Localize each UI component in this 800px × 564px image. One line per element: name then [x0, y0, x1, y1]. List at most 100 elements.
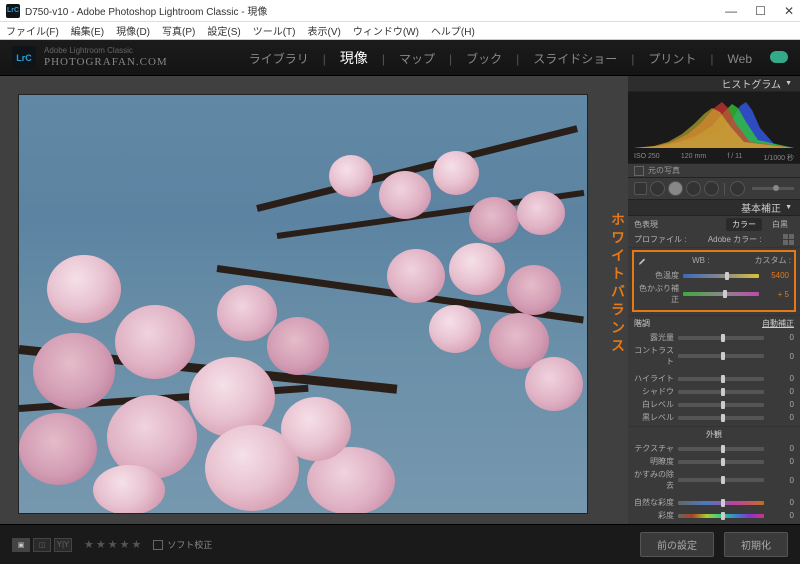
shadows-slider-row: シャドウ 0 [628, 385, 800, 398]
auto-tone-button[interactable]: 自動補正 [762, 318, 794, 329]
highlights-value[interactable]: 0 [768, 374, 794, 383]
radial-tool-icon[interactable] [704, 181, 719, 196]
menu-tools[interactable]: ツール(T) [253, 23, 296, 38]
contrast-slider[interactable] [678, 354, 764, 358]
histogram-header[interactable]: ヒストグラム▼ [628, 76, 800, 92]
original-photo-toggle[interactable]: 元の写真 [628, 164, 800, 178]
treatment-color[interactable]: カラー [726, 218, 762, 231]
blacks-value[interactable]: 0 [768, 413, 794, 422]
texture-value[interactable]: 0 [768, 444, 794, 453]
window-titlebar: LrC D750-v10 - Adobe Photoshop Lightroom… [0, 0, 800, 22]
blacks-label: 黒レベル [634, 412, 674, 423]
vibrance-slider-row: 自然な彩度0 [628, 496, 800, 509]
temperature-value[interactable]: 5400 [763, 271, 789, 280]
histo-iso: ISO 250 [634, 153, 660, 163]
loupe-view-icon[interactable]: ▣ [12, 538, 30, 552]
exposure-value[interactable]: 0 [768, 333, 794, 342]
rating-stars[interactable]: ★★★★★ [84, 538, 143, 551]
before-after-lr-icon[interactable]: ◫ [33, 538, 51, 552]
previous-settings-button[interactable]: 前の設定 [640, 532, 714, 557]
tone-header: 階調 自動補正 [628, 315, 800, 331]
whites-slider-row: 白レベル 0 [628, 398, 800, 411]
module-header: LrC Adobe Lightroom Classic PHOTOGRAFAN.… [0, 40, 800, 76]
dehaze-slider-row: かすみの除去0 [628, 468, 800, 492]
minimize-button[interactable]: — [725, 4, 737, 18]
brush-tool-icon[interactable] [730, 181, 745, 196]
treatment-label: 色表現 [634, 219, 658, 230]
spot-tool-icon[interactable] [650, 181, 665, 196]
module-map[interactable]: マップ [399, 50, 435, 67]
menu-window[interactable]: ウィンドウ(W) [353, 23, 419, 38]
eyedropper-icon[interactable] [637, 256, 647, 266]
contrast-value[interactable]: 0 [768, 352, 794, 361]
treatment-bw[interactable]: 白黒 [766, 218, 794, 231]
blacks-slider[interactable] [678, 416, 764, 420]
tool-strip [628, 178, 800, 200]
temperature-slider[interactable] [683, 274, 759, 278]
shadows-label: シャドウ [634, 386, 674, 397]
brand-title: PHOTOGRAFAN.COM [44, 56, 168, 68]
module-web[interactable]: Web [728, 52, 752, 66]
blacks-slider-row: 黒レベル 0 [628, 411, 800, 424]
treatment-row: 色表現 カラー 白黒 [628, 216, 800, 232]
menu-settings[interactable]: 設定(S) [207, 23, 240, 38]
before-after-y-icon[interactable]: Y|Y [54, 538, 72, 552]
exposure-slider[interactable] [678, 336, 764, 340]
module-slideshow[interactable]: スライドショー [533, 50, 617, 67]
dehaze-value[interactable]: 0 [768, 476, 794, 485]
maximize-button[interactable]: ☐ [755, 4, 766, 18]
menu-view[interactable]: 表示(V) [307, 23, 340, 38]
menubar: ファイル(F) 編集(E) 現像(D) 写真(P) 設定(S) ツール(T) 表… [0, 22, 800, 40]
tint-slider[interactable] [683, 292, 759, 296]
menu-develop[interactable]: 現像(D) [116, 23, 150, 38]
shadows-value[interactable]: 0 [768, 387, 794, 396]
histo-aperture: f / 11 [727, 153, 742, 163]
white-balance-section: WB : カスタム : 色温度 5400 色かぶり補正 + 5 [632, 250, 796, 312]
texture-slider[interactable] [678, 447, 764, 451]
vibrance-value[interactable]: 0 [768, 498, 794, 507]
highlights-label: ハイライト [634, 373, 674, 384]
texture-slider-row: テクスチャ0 [628, 442, 800, 455]
menu-photo[interactable]: 写真(P) [162, 23, 195, 38]
highlights-slider-row: ハイライト 0 [628, 372, 800, 385]
saturation-value[interactable]: 0 [768, 511, 794, 520]
histogram[interactable]: ISO 250 120 mm f / 11 1/1000 秒 [628, 92, 800, 164]
soft-proof-checkbox[interactable]: ソフト校正 [153, 538, 212, 551]
gradient-tool-icon[interactable] [686, 181, 701, 196]
reset-button[interactable]: 初期化 [724, 532, 788, 557]
photo-preview[interactable] [18, 94, 588, 514]
vibrance-slider[interactable] [678, 501, 764, 505]
histo-focal: 120 mm [681, 153, 706, 163]
clarity-value[interactable]: 0 [768, 457, 794, 466]
profile-browser-icon[interactable] [783, 234, 794, 245]
lrc-badge: LrC [12, 46, 36, 70]
close-button[interactable]: ✕ [784, 4, 794, 18]
exposure-slider-row: 露光量0 [628, 331, 800, 344]
highlights-slider[interactable] [678, 377, 764, 381]
mask-slider[interactable] [752, 187, 794, 190]
tint-value[interactable]: + 5 [763, 290, 789, 299]
whites-label: 白レベル [634, 399, 674, 410]
menu-file[interactable]: ファイル(F) [6, 23, 59, 38]
shadows-slider[interactable] [678, 390, 764, 394]
dehaze-slider[interactable] [678, 478, 764, 482]
profile-row[interactable]: プロファイル : Adobe カラー : [628, 232, 800, 248]
whites-slider[interactable] [678, 403, 764, 407]
basic-panel-header[interactable]: 基本補正▼ [628, 200, 800, 216]
saturation-slider[interactable] [678, 514, 764, 518]
clarity-label: 明瞭度 [634, 456, 674, 467]
module-book[interactable]: ブック [466, 50, 502, 67]
annotation-white-balance: ホワイトバランス [608, 212, 628, 356]
wb-mode-dropdown[interactable]: カスタム : [755, 255, 791, 266]
menu-help[interactable]: ヘルプ(H) [431, 23, 475, 38]
whites-value[interactable]: 0 [768, 400, 794, 409]
crop-tool-icon[interactable] [634, 182, 647, 195]
bottom-toolbar: ▣ ◫ Y|Y ★★★★★ ソフト校正 前の設定 初期化 [0, 524, 800, 564]
module-develop[interactable]: 現像 [340, 48, 368, 68]
clarity-slider[interactable] [678, 460, 764, 464]
redeye-tool-icon[interactable] [668, 181, 683, 196]
menu-edit[interactable]: 編集(E) [71, 23, 104, 38]
cloud-sync-icon[interactable] [770, 51, 788, 63]
module-print[interactable]: プリント [648, 50, 696, 67]
module-library[interactable]: ライブラリ [249, 50, 309, 67]
